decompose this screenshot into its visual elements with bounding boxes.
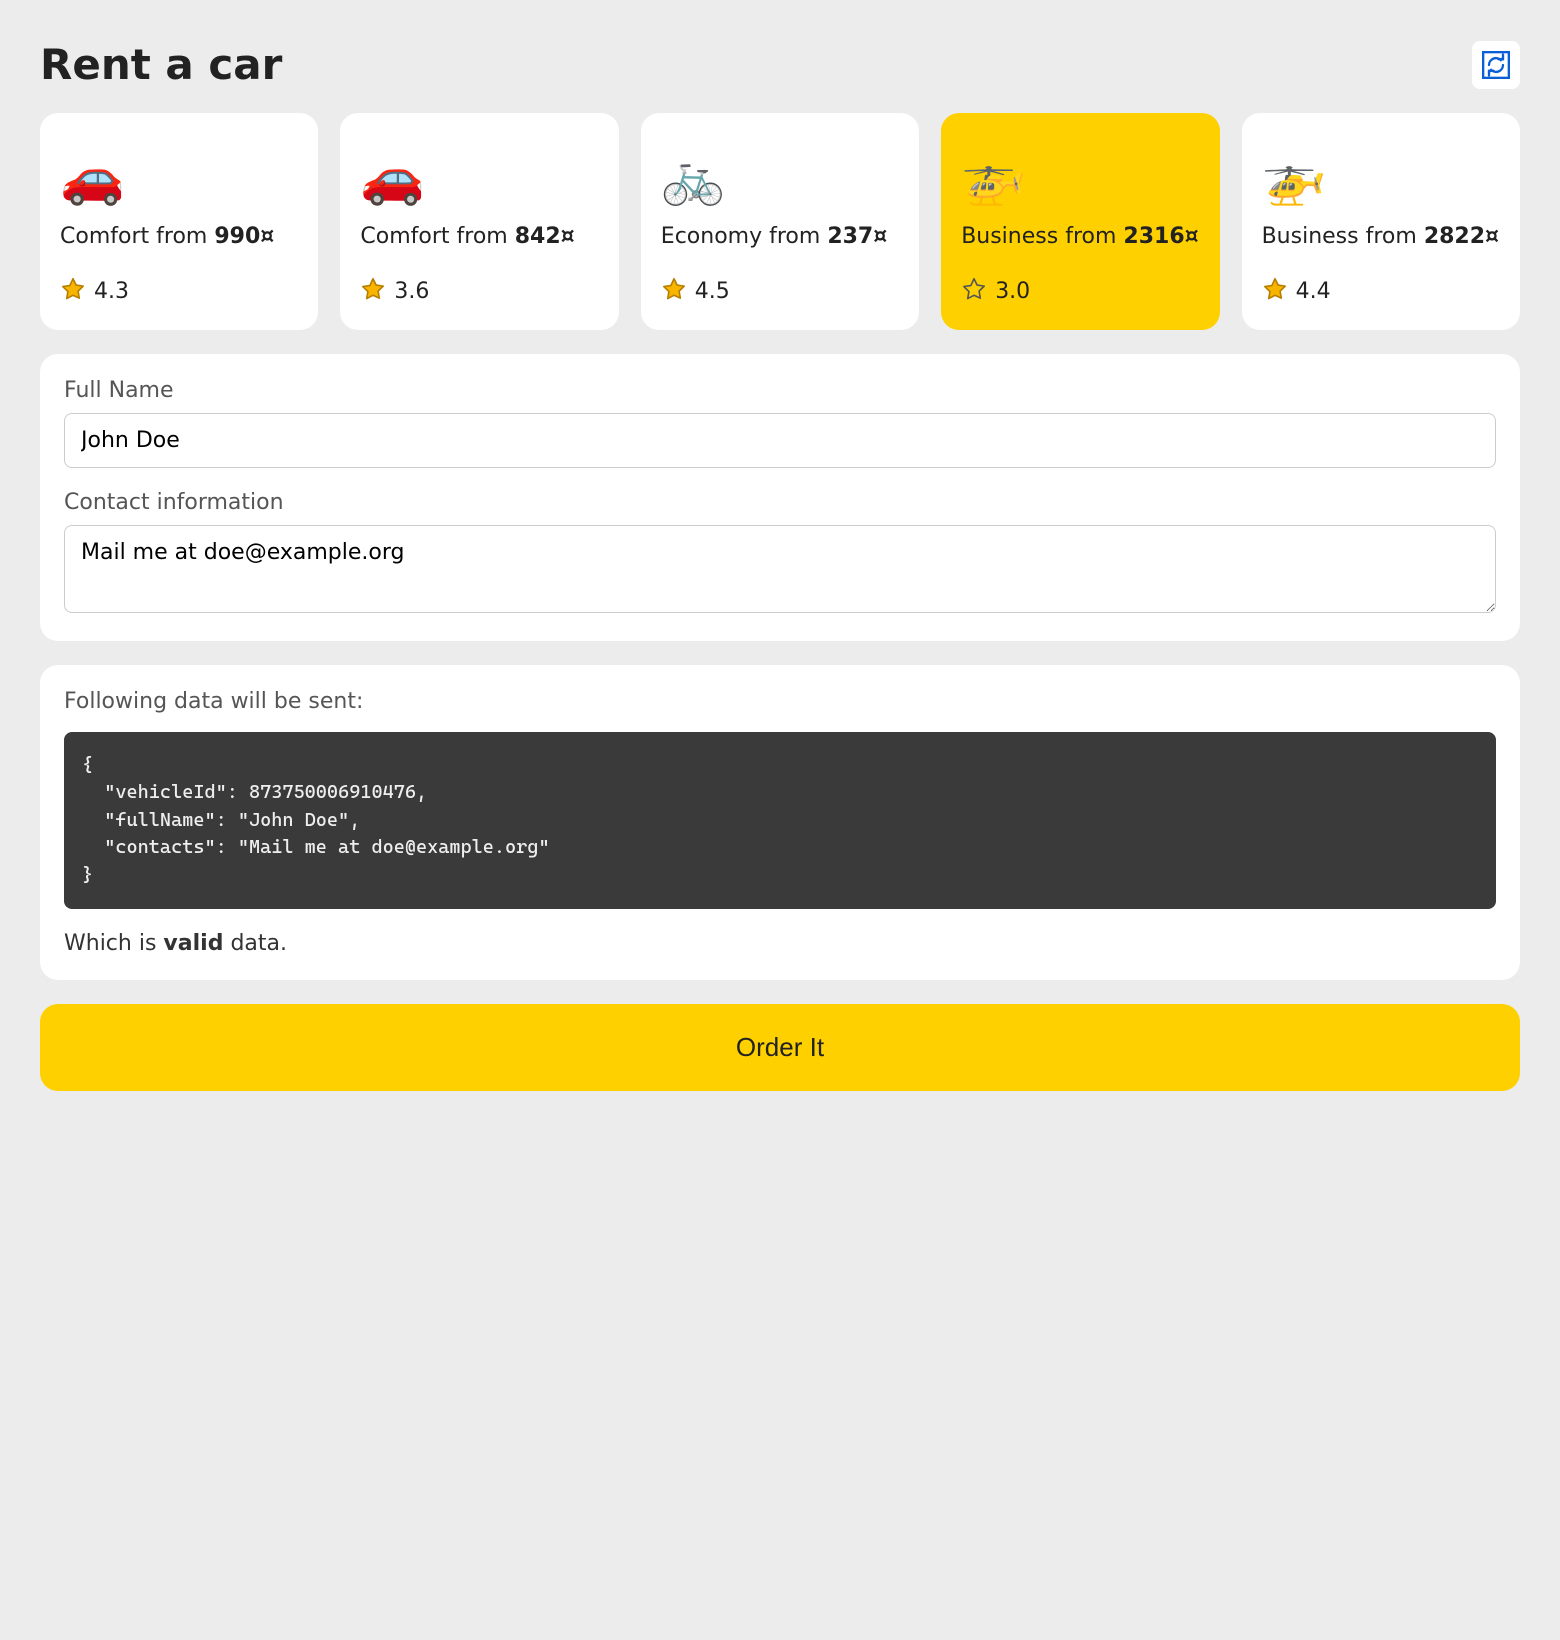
star-icon [360, 276, 386, 308]
full-name-label: Full Name [64, 378, 1496, 403]
card-text: Business from 2316¤ [961, 223, 1199, 252]
rating: 4.4 [1262, 276, 1500, 308]
vehicle-card-1[interactable]: 🚗Comfort from 842¤ 3.6 [340, 113, 618, 330]
validity-prefix: Which is [64, 931, 163, 956]
vehicle-icon: 🚗 [60, 133, 298, 223]
card-text: Business from 2822¤ [1262, 223, 1500, 252]
price-label: 2316¤ [1123, 224, 1198, 249]
tier-label: Business [1262, 224, 1359, 249]
vehicle-icon: 🚲 [661, 133, 899, 223]
vehicle-icon: 🚗 [360, 133, 598, 223]
star-icon [60, 276, 86, 308]
from-label: from [1366, 224, 1417, 249]
vehicle-card-2[interactable]: 🚲Economy from 237¤ 4.5 [641, 113, 919, 330]
price-label: 2822¤ [1424, 224, 1499, 249]
vehicle-icon: 🚁 [1262, 133, 1500, 223]
summary-json: { "vehicleId": 873750006910476, "fullNam… [64, 732, 1496, 910]
price-label: 842¤ [515, 224, 575, 249]
from-label: from [769, 224, 820, 249]
rating: 4.5 [661, 276, 899, 308]
vehicle-cards: 🚗Comfort from 990¤4.3🚗Comfort from 842¤3… [40, 113, 1520, 330]
card-text: Comfort from 842¤ [360, 223, 598, 252]
order-button[interactable]: Order It [40, 1004, 1520, 1091]
star-icon [961, 276, 987, 308]
price-label: 237¤ [827, 224, 887, 249]
tier-label: Comfort [60, 224, 149, 249]
contact-label: Contact information [64, 490, 1496, 515]
star-icon [1262, 276, 1288, 308]
rating-value: 3.0 [995, 279, 1030, 304]
from-label: from [156, 224, 207, 249]
rating: 3.6 [360, 276, 598, 308]
vehicle-card-0[interactable]: 🚗Comfort from 990¤ 4.3 [40, 113, 318, 330]
validity-suffix: data. [223, 931, 287, 956]
tier-label: Economy [661, 224, 762, 249]
vehicle-card-4[interactable]: 🚁Business from 2822¤ 4.4 [1242, 113, 1520, 330]
form-panel: Full Name Contact information Mail me at… [40, 354, 1520, 641]
vehicle-card-3[interactable]: 🚁Business from 2316¤ 3.0 [941, 113, 1219, 330]
validity-text: Which is valid data. [64, 931, 1496, 956]
summary-intro: Following data will be sent: [64, 689, 1496, 714]
vehicle-icon: 🚁 [961, 133, 1199, 223]
from-label: from [457, 224, 508, 249]
rating: 4.3 [60, 276, 298, 308]
contact-textarea[interactable]: Mail me at doe@example.org [64, 525, 1496, 613]
validity-word: valid [163, 931, 223, 956]
price-label: 990¤ [214, 224, 274, 249]
tier-label: Comfort [360, 224, 449, 249]
refresh-icon [1482, 51, 1510, 79]
rating-value: 4.5 [695, 279, 730, 304]
rating-value: 4.3 [94, 279, 129, 304]
rating-value: 4.4 [1296, 279, 1331, 304]
card-text: Comfort from 990¤ [60, 223, 298, 252]
full-name-input[interactable] [64, 413, 1496, 468]
page-title: Rent a car [40, 40, 282, 89]
card-text: Economy from 237¤ [661, 223, 899, 252]
rating-value: 3.6 [394, 279, 429, 304]
summary-panel: Following data will be sent: { "vehicleI… [40, 665, 1520, 981]
from-label: from [1065, 224, 1116, 249]
star-icon [661, 276, 687, 308]
rating: 3.0 [961, 276, 1199, 308]
refresh-button[interactable] [1472, 41, 1520, 89]
tier-label: Business [961, 224, 1058, 249]
